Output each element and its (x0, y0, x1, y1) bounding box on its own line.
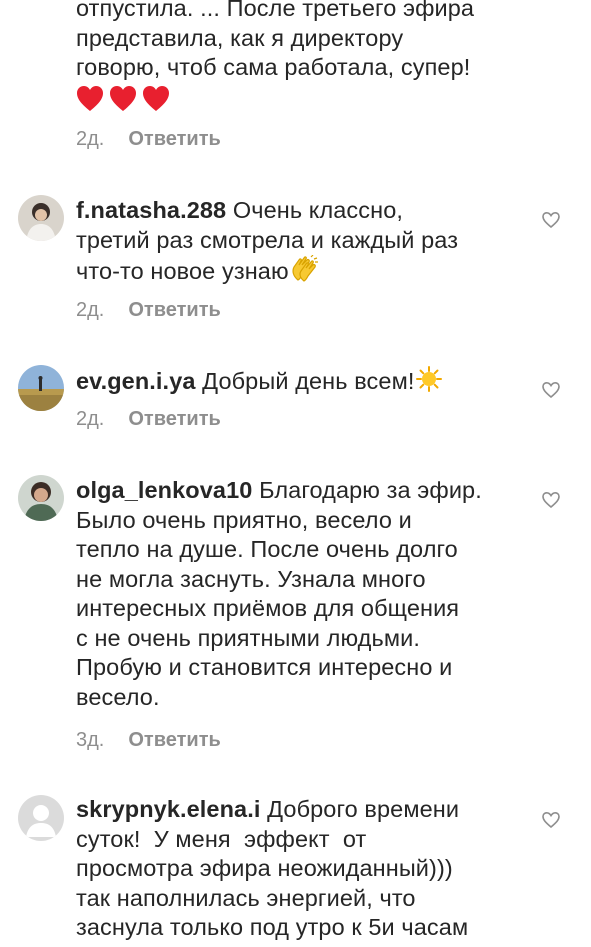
comment-line: Пробую и становится интересно и (76, 654, 453, 680)
comment-line: что-то новое узнаю (76, 258, 289, 284)
comment-timestamp: 2д. (76, 408, 105, 430)
sun-emoji (414, 365, 444, 401)
like-heart-icon[interactable] (541, 490, 561, 510)
comment-line: Очень классно, (232, 197, 404, 223)
comment-timestamp: 2д. (76, 299, 105, 321)
heart-emoji (77, 85, 169, 111)
comment-meta: 3д. Ответить (76, 729, 221, 752)
comment-text: отпустила. ... После третьего эфира пред… (76, 0, 516, 120)
comment-line: Доброго времени (267, 796, 460, 822)
comment-line: Добрый день всем! (202, 368, 415, 394)
like-heart-icon[interactable] (541, 810, 561, 830)
comment-meta: 2д. Ответить (76, 299, 221, 322)
comment-username[interactable]: f.natasha.288 (76, 197, 226, 223)
comment-line: отпустила. ... После третьего эфира (76, 0, 475, 21)
comment-timestamp: 2д. (76, 128, 105, 150)
comment-line: заснула только под утро к 5и часам (76, 914, 469, 940)
comment-line: представила, как я директору (76, 24, 404, 51)
clapping-hands-emoji (289, 254, 319, 291)
like-heart-icon[interactable] (541, 210, 561, 230)
reply-button[interactable]: Ответить (128, 299, 220, 321)
comment-username[interactable]: olga_lenkova10 (76, 477, 252, 503)
comment-line: весело. (76, 683, 160, 710)
avatar[interactable] (18, 795, 64, 841)
comment-line: Благодарю за эфир. (259, 477, 482, 503)
comment-line: тепло на душе. После очень долго (76, 536, 458, 562)
comment-meta: 2д. Ответить (76, 408, 221, 431)
heart-emoji-group (76, 85, 172, 121)
avatar[interactable] (18, 475, 64, 521)
comment-line: третий раз смотрела и каждый раз (76, 226, 459, 253)
comment-line: суток! У меня эффект от (76, 825, 367, 852)
comment-line: интересных приёмов для общения (76, 595, 460, 621)
comment-line: просмотра эфира неожиданный))) (76, 855, 453, 881)
reply-button[interactable]: Ответить (128, 128, 220, 150)
comment-line: с не очень приятными людьми. (76, 624, 420, 651)
comment-line: не могла заснуть. Узнала много (76, 565, 426, 592)
comment-meta: 2д. Ответить (76, 128, 221, 151)
comment-line: говорю, чтоб сама работала, супер! (76, 54, 471, 80)
comment-username[interactable]: skrypnyk.elena.i (76, 796, 260, 822)
comment-text: skrypnyk.elena.i Доброго времени суток! … (76, 795, 516, 943)
comment-timestamp: 3д. (76, 729, 105, 751)
reply-button[interactable]: Ответить (128, 729, 220, 751)
like-heart-icon[interactable] (541, 380, 561, 400)
comment-text: f.natasha.288 Очень классно, третий раз … (76, 196, 516, 291)
comment-username[interactable]: ev.gen.i.ya (76, 368, 196, 394)
avatar[interactable] (18, 195, 64, 241)
avatar[interactable] (18, 365, 64, 411)
comment-text: olga_lenkova10 Благодарю за эфир. Было о… (76, 476, 516, 712)
comment-line: так наполнилась энергией, что (76, 884, 416, 911)
reply-button[interactable]: Ответить (128, 408, 220, 430)
comment-line: Было очень приятно, весело и (76, 506, 412, 533)
comment-text: ev.gen.i.ya Добрый день всем! (76, 365, 516, 401)
